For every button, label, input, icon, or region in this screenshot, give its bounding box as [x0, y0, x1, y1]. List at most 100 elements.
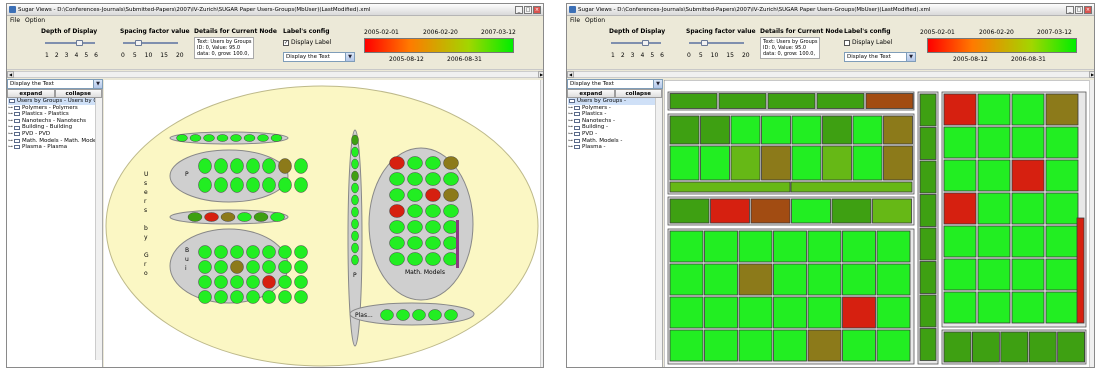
leaf-node[interactable]: [294, 275, 308, 289]
leaf-node[interactable]: [187, 212, 203, 222]
treemap-cell[interactable]: [1045, 258, 1079, 291]
expand-icon[interactable]: ⊶: [568, 144, 573, 151]
treemap-cell[interactable]: [791, 145, 822, 181]
treemap-cell[interactable]: [943, 192, 977, 225]
treemap-cell[interactable]: [790, 181, 913, 193]
leaf-node[interactable]: [351, 158, 359, 170]
leaf-node[interactable]: [428, 309, 442, 321]
tree-vertical-scrollbar[interactable]: [95, 98, 102, 360]
expand-icon[interactable]: ⊶: [8, 124, 13, 131]
treemap-cell[interactable]: [1011, 93, 1045, 126]
leaf-node[interactable]: [230, 158, 244, 174]
display-label-checkbox[interactable]: Display Label: [844, 39, 892, 46]
tree-node[interactable]: ⊶ Plasma - Plasma: [8, 144, 102, 151]
leaf-node[interactable]: [425, 236, 441, 250]
treemap-cell[interactable]: [710, 198, 750, 224]
leaf-node[interactable]: [230, 290, 244, 304]
leaf-node[interactable]: [412, 309, 426, 321]
treemap-cell[interactable]: [738, 329, 773, 362]
leaf-node[interactable]: [237, 212, 252, 222]
leaf-node[interactable]: [389, 156, 405, 170]
leaf-node[interactable]: [407, 252, 423, 266]
treemap-cell[interactable]: [1011, 291, 1045, 324]
leaf-node[interactable]: [294, 245, 308, 259]
leaf-node[interactable]: [351, 170, 359, 182]
leaf-node[interactable]: [230, 275, 244, 289]
leaf-node[interactable]: [230, 134, 242, 142]
leaf-node[interactable]: [214, 260, 228, 274]
treemap-cell[interactable]: [669, 181, 791, 193]
treemap-cell[interactable]: [943, 225, 977, 258]
tree-node[interactable]: ⊶ Plastics - Plastics: [8, 111, 102, 118]
expand-button[interactable]: expand: [7, 89, 55, 98]
treemap-cell[interactable]: [977, 291, 1011, 324]
treemap-cell[interactable]: [842, 329, 876, 362]
leaf-node[interactable]: [198, 260, 212, 274]
maximize-icon[interactable]: □: [524, 5, 532, 14]
tree-node-root[interactable]: Users by Groups - Users by G: [8, 98, 102, 105]
leaf-node[interactable]: [189, 134, 202, 142]
close-icon[interactable]: ×: [1084, 5, 1092, 14]
collapse-button[interactable]: collapse: [54, 89, 102, 98]
tree-node[interactable]: ⊶ Math. Models - Math. Mode: [8, 138, 102, 145]
treemap-cell[interactable]: [730, 115, 761, 145]
leaf-node[interactable]: [351, 206, 359, 218]
treemap-cell[interactable]: [704, 296, 738, 329]
tree-node[interactable]: ⊶ PVD -: [568, 131, 662, 138]
treemap-cell[interactable]: [977, 192, 1011, 225]
top-horizontal-scrollbar[interactable]: ◀ ▶: [7, 71, 543, 78]
leaf-node[interactable]: [204, 212, 219, 222]
treemap-cell[interactable]: [977, 126, 1011, 159]
treemap-cell[interactable]: [1045, 192, 1079, 225]
treemap-cell[interactable]: [700, 115, 730, 145]
leaf-node[interactable]: [351, 242, 359, 254]
leaf-node[interactable]: [443, 156, 459, 170]
leaf-node[interactable]: [278, 275, 292, 289]
tree-node[interactable]: ⊶ PVD - PVD: [8, 131, 102, 138]
treemap-cell[interactable]: [876, 230, 911, 263]
treemap-cell[interactable]: [919, 261, 937, 294]
spacing-slider[interactable]: [689, 42, 744, 44]
treemap-cell[interactable]: [919, 127, 937, 160]
treemap-cell[interactable]: [1045, 225, 1079, 258]
menu-option[interactable]: Option: [585, 17, 605, 24]
leaf-node[interactable]: [243, 134, 256, 142]
treemap-cell[interactable]: [977, 258, 1011, 291]
treemap-cell[interactable]: [977, 159, 1011, 192]
treemap-cell[interactable]: [791, 198, 831, 224]
treemap-cell[interactable]: [919, 194, 937, 227]
leaf-node[interactable]: [351, 146, 359, 158]
canvas-vertical-scrollbar[interactable]: [1089, 80, 1094, 367]
leaf-node[interactable]: [270, 212, 285, 222]
leaf-node[interactable]: [407, 188, 423, 202]
leaf-node[interactable]: [389, 252, 405, 266]
treemap-cell[interactable]: [773, 296, 807, 329]
depth-slider-thumb[interactable]: [642, 40, 649, 46]
leaf-node[interactable]: [214, 158, 228, 174]
leaf-node[interactable]: [425, 252, 441, 266]
treemap-cell[interactable]: [1045, 126, 1079, 159]
treemap-cell[interactable]: [773, 329, 807, 362]
scroll-left-icon[interactable]: ◀: [567, 71, 574, 78]
leaf-node[interactable]: [294, 177, 308, 193]
top-horizontal-scrollbar[interactable]: ◀ ▶: [567, 71, 1094, 78]
tree-node[interactable]: ⊶ Nanotechs -: [568, 118, 662, 125]
treemap-cell[interactable]: [807, 263, 842, 296]
menu-file[interactable]: File: [10, 17, 20, 24]
leaf-node[interactable]: [389, 204, 405, 218]
leaf-node[interactable]: [246, 158, 260, 174]
treemap-cell[interactable]: [865, 93, 914, 109]
treemap-cell[interactable]: [773, 230, 807, 263]
expand-icon[interactable]: ⊶: [8, 118, 13, 125]
treemap-cell[interactable]: [738, 296, 773, 329]
treemap-cell[interactable]: [1045, 159, 1079, 192]
leaf-node[interactable]: [294, 290, 308, 304]
treemap-cell[interactable]: [773, 263, 807, 296]
treemap-cell[interactable]: [669, 230, 704, 263]
treemap-cell[interactable]: [977, 225, 1011, 258]
expand-icon[interactable]: ⊶: [568, 124, 573, 131]
depth-slider[interactable]: [45, 42, 95, 44]
leaf-node[interactable]: [262, 275, 276, 289]
treemap-cell[interactable]: [1011, 258, 1045, 291]
treemap-cell[interactable]: [767, 93, 816, 109]
